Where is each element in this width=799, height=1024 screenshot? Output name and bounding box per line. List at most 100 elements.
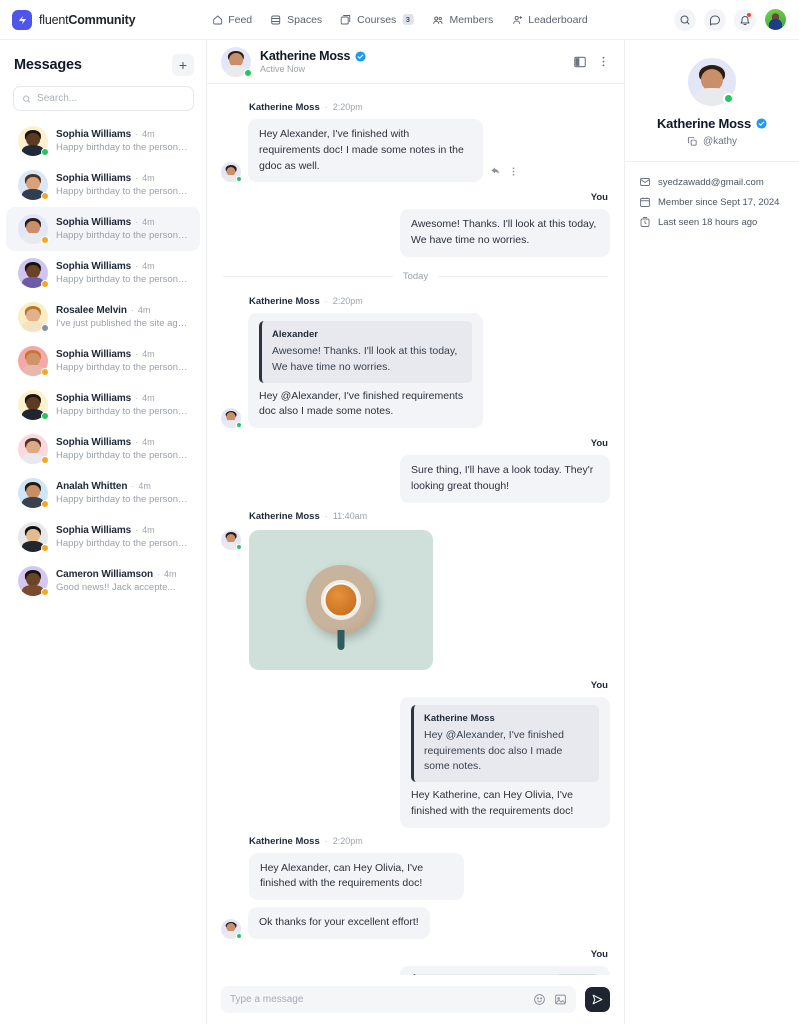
conversation-text: Rosalee Melvin · 4m I've just published the… [56, 305, 190, 329]
message-input[interactable] [230, 994, 525, 1005]
sidebar-search[interactable] [13, 86, 194, 111]
nav-item-spaces[interactable]: Spaces [270, 14, 322, 26]
conversation-avatar [18, 214, 49, 244]
photo-message[interactable] [249, 529, 433, 670]
notifications-button[interactable] [734, 8, 756, 31]
brand-light: fluent [39, 12, 69, 27]
conversation-item[interactable]: Sophia Williams · 4m Happy birthday to the … [6, 427, 200, 471]
message-time: 2:20pm [332, 295, 363, 306]
conversation-preview: Happy birthday to the person who al... [56, 362, 190, 373]
home-icon [212, 15, 222, 24]
status-badge [41, 544, 49, 552]
calendar-icon [640, 197, 650, 207]
chat-more-button[interactable] [597, 55, 610, 68]
profile-member-since-row: Member since Sept 17, 2024 [625, 192, 799, 212]
conversation-time: 4m [137, 305, 151, 315]
message-bubble: Ok thanks for your excellent effort! [248, 907, 430, 939]
conversation-item[interactable]: Sophia Williams · 4m Happy birthday to the … [6, 163, 200, 207]
conversation-time: 4m [142, 349, 155, 359]
conversation-avatar [18, 346, 49, 376]
messages-sidebar: Messages + Sophia Williams·4mHappy birth… [0, 40, 207, 1024]
meta-separator: · [324, 835, 328, 846]
profile-last-seen-row: Last seen 18 hours ago [625, 212, 799, 232]
message-bubble: Hey Alexander, can Hey Olivia, I've fini… [249, 852, 464, 900]
conversation-time: 4m [142, 129, 155, 139]
message-author: Katherine Moss [249, 295, 320, 307]
message-row: Awesome! Thanks. I'll look at this today… [221, 209, 610, 257]
search-input[interactable] [37, 93, 185, 104]
conversation-preview: Happy birthday to the person who al... [56, 450, 190, 461]
chat-header-avatar[interactable] [221, 46, 252, 77]
emoji-button[interactable] [533, 993, 546, 1006]
send-button[interactable] [585, 987, 610, 1012]
conversation-preview: Happy birthday to the person who al... [56, 142, 190, 153]
new-message-button[interactable]: + [172, 54, 194, 76]
panel-toggle-button[interactable] [573, 55, 587, 69]
status-badge [236, 543, 242, 550]
conversation-item[interactable]: Sophia Williams · 4m Happy birthday to the … [6, 515, 200, 559]
profile-handle: @kathy [702, 136, 738, 147]
conversation-item[interactable]: Sophia Williams · 4m Happy birthday to the … [6, 339, 200, 383]
conversation-text: Sophia Williams · 4m Happy birthday to the … [56, 261, 190, 285]
conversation-time: 4m [142, 437, 155, 447]
conversation-item[interactable]: Rosalee Melvin · 4m I've just published the… [6, 295, 200, 339]
attach-image-button[interactable] [554, 993, 567, 1006]
conversation-name: Sophia Williams [56, 129, 132, 140]
quoted-text: Hey @Alexander, I've finished requiremen… [424, 728, 564, 773]
status-badge [41, 324, 49, 332]
conversation-item[interactable]: Sophia Williams · 4m Happy birthday to the … [6, 251, 200, 295]
brand-text: fluentCommunity [39, 12, 136, 27]
page-body: Messages + Sophia Williams·4mHappy birth… [0, 40, 799, 1024]
conversation-name: Sophia Williams [56, 261, 132, 272]
top-navbar: fluentCommunity Feed Spaces Courses 3 Me… [0, 0, 799, 40]
conversation-separator: · [157, 569, 161, 579]
conversation-avatar [18, 522, 49, 552]
nav-item-leaderboard-label: Leaderboard [528, 13, 588, 26]
status-badge [41, 148, 49, 156]
app-root: fluentCommunity Feed Spaces Courses 3 Me… [0, 0, 799, 1024]
status-badge [41, 588, 49, 596]
chat-panel: Katherine Moss Active Now Katherine Moss… [207, 40, 625, 1024]
nav-item-leaderboard[interactable]: Leaderboard [511, 14, 588, 26]
quoted-author: Katherine Moss [424, 712, 495, 724]
message-row: Alexander Awesome! Thanks. I'll look at … [221, 312, 610, 428]
user-avatar[interactable] [764, 8, 787, 31]
coffee-cup-handle [337, 629, 345, 650]
conversation-time: 4m [138, 481, 151, 491]
conversation-separator: · [135, 525, 139, 535]
message-author-you: You [590, 192, 608, 204]
conversation-item[interactable]: Sophia Williams · 4m Happy birthday to the … [6, 119, 200, 163]
courses-icon [341, 14, 351, 24]
message-author: Katherine Moss [249, 835, 320, 847]
message-row [221, 528, 610, 670]
conversation-item[interactable]: Cameron Williamson · 4m Good news!! Jack ac… [6, 559, 200, 603]
conversation-list[interactable]: Sophia Williams · 4m Happy birthday to the … [0, 119, 206, 1024]
profile-handle-row[interactable]: @kathy [625, 136, 799, 147]
brand-logo[interactable]: fluentCommunity [12, 9, 136, 30]
message-more-button[interactable] [508, 166, 519, 177]
nav-item-members[interactable]: Members [431, 14, 493, 26]
nav-item-feed[interactable]: Feed [211, 14, 252, 26]
reply-button[interactable] [490, 165, 502, 177]
chat-header-actions [573, 55, 610, 69]
conversation-preview: Happy birthday to the person who al... [56, 230, 190, 241]
composer-input-box[interactable] [221, 986, 576, 1013]
conversation-name: Rosalee Melvin [56, 305, 127, 316]
conversation-item[interactable]: Analah Whitten · 4m Happy birthday to the p… [6, 471, 200, 515]
conversation-separator: · [135, 261, 139, 271]
emoji-icon [534, 994, 545, 1005]
conversation-preview: Happy birthday to the person who al... [56, 186, 190, 197]
status-badge [41, 280, 49, 288]
status-badge [236, 176, 242, 183]
nav-item-feed-label: Feed [228, 13, 253, 26]
message-bubble: Hey Alexander, I've finished with requir… [248, 119, 483, 183]
conversation-text: Analah Whitten · 4m Happy birthday to the p… [56, 481, 190, 505]
conversation-item[interactable]: Sophia Williams · 4m Happy birthday to the … [6, 383, 200, 427]
message-thread[interactable]: Katherine Moss · 2:20pm Hey Alexander, I… [207, 84, 624, 975]
message-meta: Katherine Moss · 2:20pm [249, 836, 610, 847]
conversation-item[interactable]: Sophia Williams · 4m Happy birthday to the … [6, 207, 200, 251]
messages-button[interactable] [704, 8, 726, 31]
nav-item-courses[interactable]: Courses 3 [340, 14, 414, 26]
conversation-text: Sophia Williams · 4m Happy birthday to the … [56, 129, 190, 153]
search-button[interactable] [674, 8, 696, 31]
